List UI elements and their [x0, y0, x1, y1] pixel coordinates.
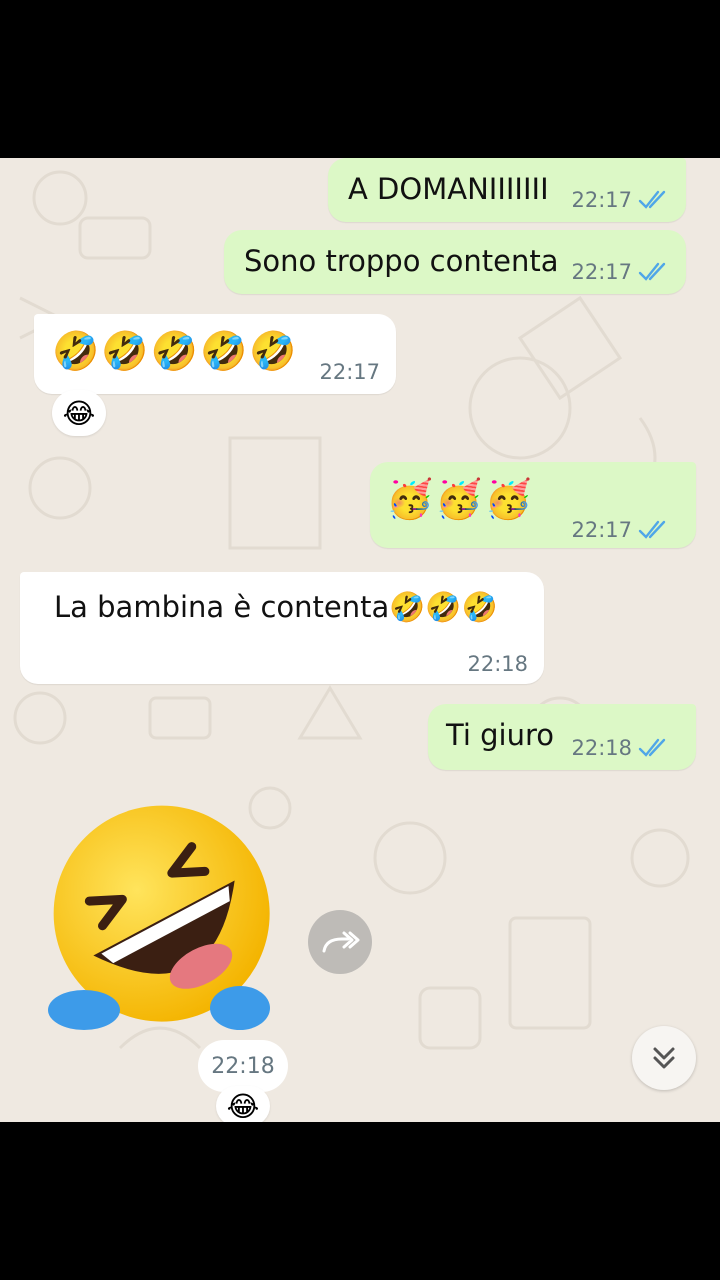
message-meta: 22:17 [571, 518, 670, 542]
scroll-to-bottom-button[interactable] [632, 1026, 696, 1090]
chat-area[interactable]: A DOMANIIIIIII 22:17 Sono troppo content… [0, 158, 720, 1122]
message-time: 22:18 [467, 652, 528, 676]
message-meta: 22:17 [319, 360, 380, 384]
message-text: Sono troppo contenta [244, 244, 559, 278]
message-meta: 22:18 [571, 736, 670, 760]
message-meta: 22:18 [467, 652, 528, 676]
message-reaction[interactable]: 😂 [216, 1086, 270, 1122]
message-text: 🤣🤣🤣🤣🤣 [52, 329, 299, 373]
message-time: 22:17 [571, 188, 632, 212]
message-text: A DOMANIIIIIII [348, 172, 549, 206]
outgoing-message[interactable]: 🥳🥳🥳 22:17 [370, 462, 696, 548]
message-meta: 22:17 [571, 260, 670, 284]
message-time: 22:18 [571, 736, 632, 760]
message-meta: 22:17 [571, 188, 670, 212]
double-check-read-icon [638, 520, 666, 539]
forward-icon [322, 931, 360, 953]
message-time: 22:18 [211, 1053, 275, 1079]
double-chevron-down-icon [653, 1047, 675, 1069]
message-text: La bambina è contenta🤣🤣🤣 [54, 590, 498, 624]
double-check-read-icon [638, 190, 666, 209]
outgoing-message[interactable]: Sono troppo contenta 22:17 [224, 230, 686, 294]
incoming-message[interactable]: 🤣🤣🤣🤣🤣 22:17 [34, 314, 396, 394]
message-text: 🥳🥳🥳 [386, 477, 534, 521]
message-time: 22:17 [319, 360, 380, 384]
double-check-read-icon [638, 262, 666, 281]
incoming-message[interactable]: La bambina è contenta🤣🤣🤣 22:18 [20, 572, 544, 684]
sticker-time: 22:18 [198, 1040, 288, 1092]
message-text: Ti giuro [446, 718, 554, 752]
message-time: 22:17 [571, 518, 632, 542]
rolling-on-floor-laughing-sticker[interactable] [44, 798, 284, 1038]
double-check-read-icon [638, 738, 666, 757]
message-time: 22:17 [571, 260, 632, 284]
forward-button[interactable] [308, 910, 372, 974]
outgoing-message[interactable]: Ti giuro 22:18 [428, 704, 696, 770]
message-reaction[interactable]: 😂 [52, 390, 106, 436]
outgoing-message[interactable]: A DOMANIIIIIII 22:17 [328, 158, 686, 222]
